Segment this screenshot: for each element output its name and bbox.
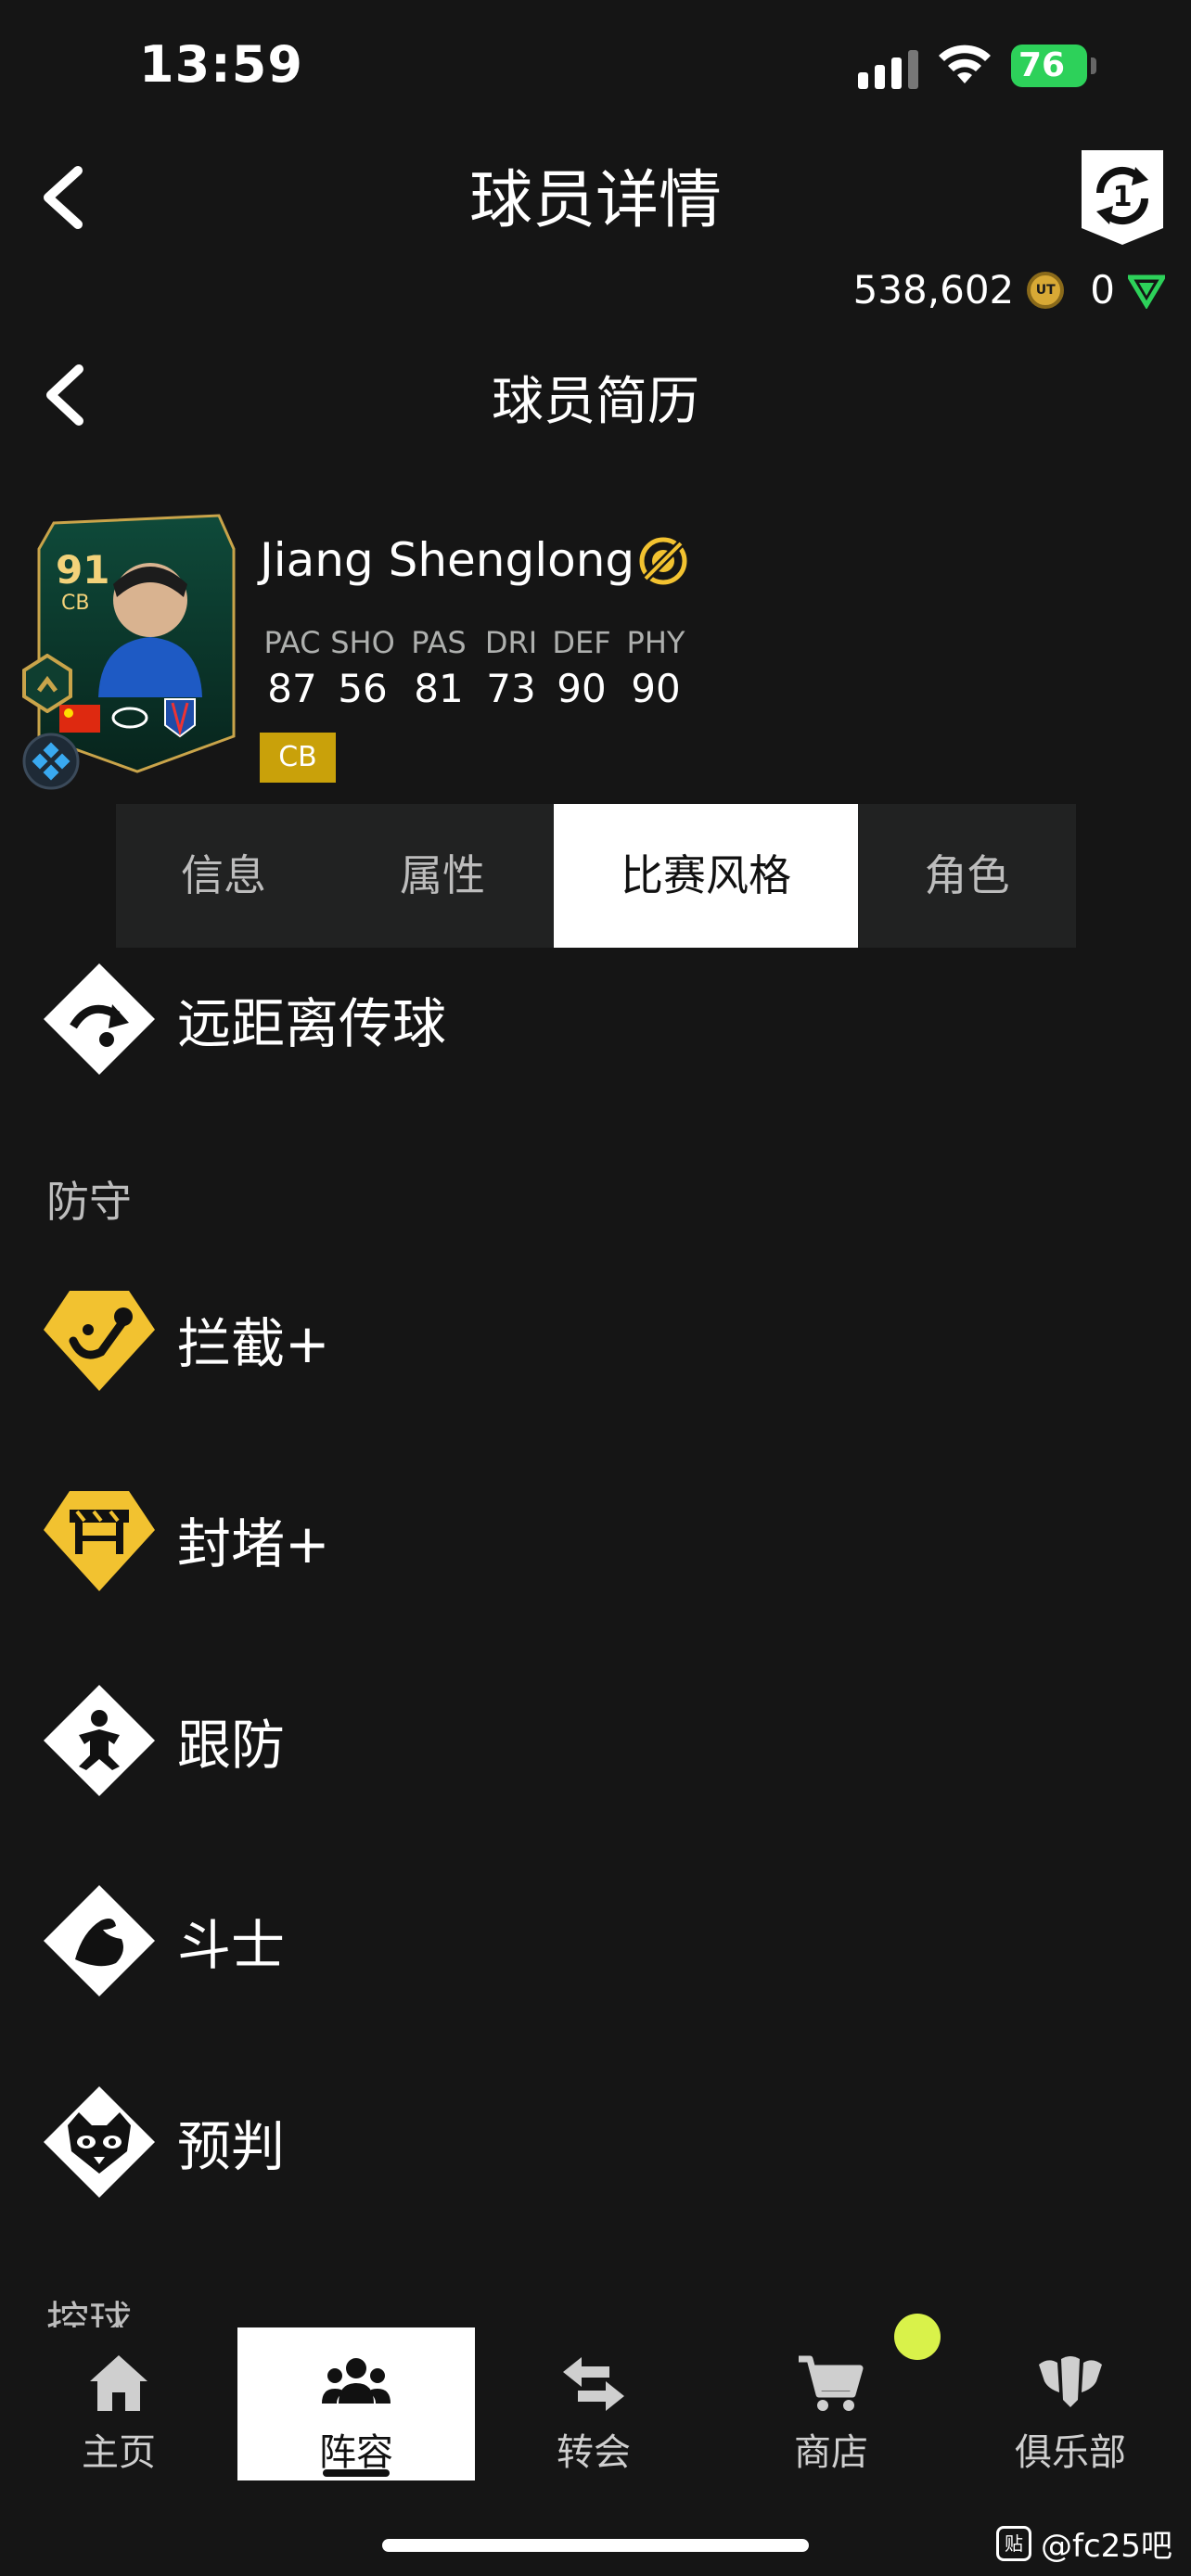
battery-level: 76 (1011, 45, 1087, 87)
points-value: 0 (1090, 267, 1115, 312)
stat-value-pas: 81 (414, 666, 464, 711)
chemistry-icon (22, 733, 80, 790)
nav-label: 俱乐部 (1015, 2431, 1126, 2474)
stat-values: 87 56 81 73 90 90 (260, 666, 694, 711)
store-icon (799, 2355, 864, 2411)
playstyle-label: 斗士 (177, 1914, 286, 1977)
stat-label-dri: DRI (484, 625, 538, 660)
sbc-exchange-icon[interactable]: 1 (1078, 147, 1167, 247)
nav-home[interactable]: 主页 (0, 2327, 237, 2480)
playstyle-label: 预判 (177, 2115, 286, 2178)
currency-bar: 538,602 UT 0 (853, 267, 1165, 312)
playstyle-intercept-plus[interactable]: 拦截+ (42, 1282, 330, 1396)
stat-value-dri: 73 (486, 666, 536, 711)
signal-icon (858, 50, 918, 89)
notification-dot (894, 2314, 941, 2360)
club-icon (1039, 2356, 1102, 2407)
nav-label: 主页 (82, 2431, 156, 2474)
battery-indicator: 76 (1011, 45, 1096, 87)
active-tab-indicator (323, 2469, 390, 2477)
position-badge: CB (260, 733, 336, 783)
nav-label: 转会 (557, 2431, 631, 2474)
transfer-icon (563, 2357, 624, 2411)
anticipate-icon (44, 2086, 155, 2198)
home-indicator[interactable] (382, 2539, 809, 2552)
stat-label-pac: PAC (263, 625, 321, 660)
coins-value: 538,602 (852, 267, 1015, 312)
nav-label: 阵容 (319, 2431, 393, 2474)
jockey-icon (44, 1685, 155, 1796)
evolution-icon (22, 654, 72, 713)
stat-value-sho: 56 (338, 666, 388, 711)
stat-value-def: 90 (557, 666, 607, 711)
watermark-text: @fc25吧 (1041, 2528, 1172, 2565)
bruiser-icon (44, 1885, 155, 1996)
coin-icon: UT (1027, 271, 1065, 309)
stat-label-def: DEF (552, 625, 611, 660)
playstyle-jockey[interactable]: 跟防 (42, 1683, 285, 1798)
status-time: 13:59 (139, 35, 303, 94)
nav-label: 商店 (794, 2431, 868, 2474)
wifi-icon (939, 45, 991, 83)
tab-info[interactable]: 信息 (116, 804, 331, 948)
stat-label-sho: SHO (330, 625, 395, 660)
playstyle-label: 远距离传球 (177, 992, 447, 1055)
playstyle-label: 跟防 (177, 1714, 286, 1777)
playstyle-label: 拦截+ (177, 1312, 330, 1375)
block-plus-icon (44, 1491, 155, 1591)
tab-bar: 信息 属性 比赛风格 角色 (116, 804, 1076, 948)
battery-nub (1091, 57, 1096, 74)
page-title: 球员详情 (468, 164, 722, 237)
stat-label-phy: PHY (626, 625, 685, 660)
bottom-nav: 主页 阵容 转会 商店 俱乐部 (0, 2327, 1191, 2480)
stat-value-phy: 90 (631, 666, 681, 711)
nav-squad[interactable]: 阵容 (237, 2327, 475, 2480)
tab-roles[interactable]: 角色 (858, 804, 1076, 948)
long-pass-icon (44, 963, 155, 1075)
card-rating: 91 (56, 547, 110, 593)
svg-text:1: 1 (1113, 181, 1133, 213)
tab-playstyles[interactable]: 比赛风格 (554, 804, 858, 948)
card-position: CB (61, 592, 90, 615)
playstyle-label: 封堵+ (177, 1512, 330, 1575)
stat-label-pas: PAS (411, 625, 467, 660)
stat-value-pac: 87 (267, 666, 317, 711)
untradeable-icon (639, 537, 687, 585)
player-name: Jiang Shenglong (260, 533, 635, 587)
playstyle-long-pass[interactable]: 远距离传球 (42, 962, 446, 1077)
sub-title: 球员简历 (492, 372, 699, 432)
tieba-icon: 贴 (996, 2525, 1031, 2561)
tab-attributes[interactable]: 属性 (331, 804, 554, 948)
playstyle-block-plus[interactable]: 封堵+ (42, 1482, 330, 1597)
playstyle-bruiser[interactable]: 斗士 (42, 1883, 285, 1998)
squad-icon (322, 2358, 391, 2404)
playstyle-anticipate[interactable]: 预判 (42, 2085, 285, 2200)
intercept-plus-icon (44, 1291, 155, 1391)
nav-transfers[interactable]: 转会 (475, 2327, 712, 2480)
nav-club[interactable]: 俱乐部 (950, 2327, 1191, 2480)
section-defense-title: 防守 (46, 1177, 132, 1227)
home-icon (90, 2355, 147, 2411)
fc-points-icon (1128, 274, 1165, 309)
stat-labels: PAC SHO PAS DRI DEF PHY (260, 625, 694, 660)
watermark: 贴 @fc25吧 (996, 2520, 1172, 2566)
